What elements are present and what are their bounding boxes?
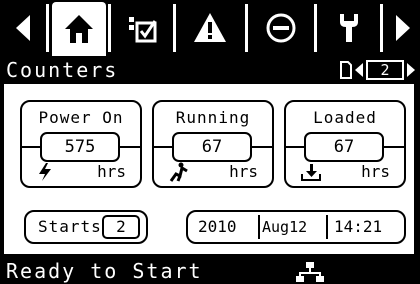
- title-row: Counters 2: [0, 56, 420, 84]
- wrench-icon: [340, 14, 358, 42]
- counter-unit: hrs: [361, 162, 390, 181]
- status-text: Ready to Start: [6, 259, 203, 283]
- page-selector[interactable]: 2: [340, 60, 416, 80]
- counters-panel: Power On 575 hrs Running 67 hrs Loaded 6…: [4, 84, 414, 254]
- starts-counter: Starts 2: [24, 210, 148, 244]
- page-icon: [340, 61, 352, 79]
- tab-stop[interactable]: [250, 2, 312, 54]
- home-icon: [65, 15, 93, 43]
- network-icon: [296, 262, 324, 282]
- warning-icon: [194, 13, 226, 42]
- counter-value: 67: [172, 132, 252, 162]
- date-monthday: Aug12: [262, 218, 308, 236]
- tab-next[interactable]: [386, 2, 418, 54]
- page-title: Counters: [6, 58, 119, 82]
- stop-icon: [266, 13, 296, 43]
- tab-prev[interactable]: [2, 2, 46, 54]
- counter-label: Loaded: [313, 108, 377, 127]
- next-arrow-icon: [396, 15, 410, 41]
- load-icon: [301, 164, 321, 181]
- counter-power-on: Power On 575 hrs: [20, 100, 142, 188]
- page-prev-icon[interactable]: [354, 62, 364, 78]
- tab-home[interactable]: [52, 2, 106, 56]
- counter-unit: hrs: [97, 162, 126, 181]
- prev-arrow-icon: [16, 15, 30, 41]
- page-next-icon[interactable]: [406, 62, 416, 78]
- tab-checklist[interactable]: [112, 2, 172, 54]
- tab-bar: [0, 0, 420, 56]
- counter-value: 67: [304, 132, 384, 162]
- time-value: 14:21: [334, 217, 383, 236]
- datetime-display[interactable]: 2010 Aug12 14:21: [186, 210, 406, 244]
- counter-unit: hrs: [229, 162, 258, 181]
- counter-label: Running: [175, 108, 251, 127]
- running-motor-icon: [169, 162, 188, 182]
- counter-loaded: Loaded 67 hrs: [284, 100, 406, 188]
- checklist-icon: [129, 17, 157, 43]
- tab-warning[interactable]: [178, 2, 242, 54]
- counter-value: 575: [40, 132, 120, 162]
- starts-label: Starts: [38, 217, 102, 236]
- counter-label: Power On: [38, 108, 124, 127]
- tab-service[interactable]: [320, 2, 378, 54]
- lightning-icon: [39, 163, 51, 181]
- hmi-screen: Counters 2 Power On 575 hrs Running 67 h…: [0, 0, 420, 284]
- page-number: 2: [366, 60, 404, 80]
- starts-value: 2: [102, 215, 140, 239]
- counter-running: Running 67 hrs: [152, 100, 274, 188]
- date-year: 2010: [198, 217, 237, 236]
- status-bar: Ready to Start: [0, 258, 420, 284]
